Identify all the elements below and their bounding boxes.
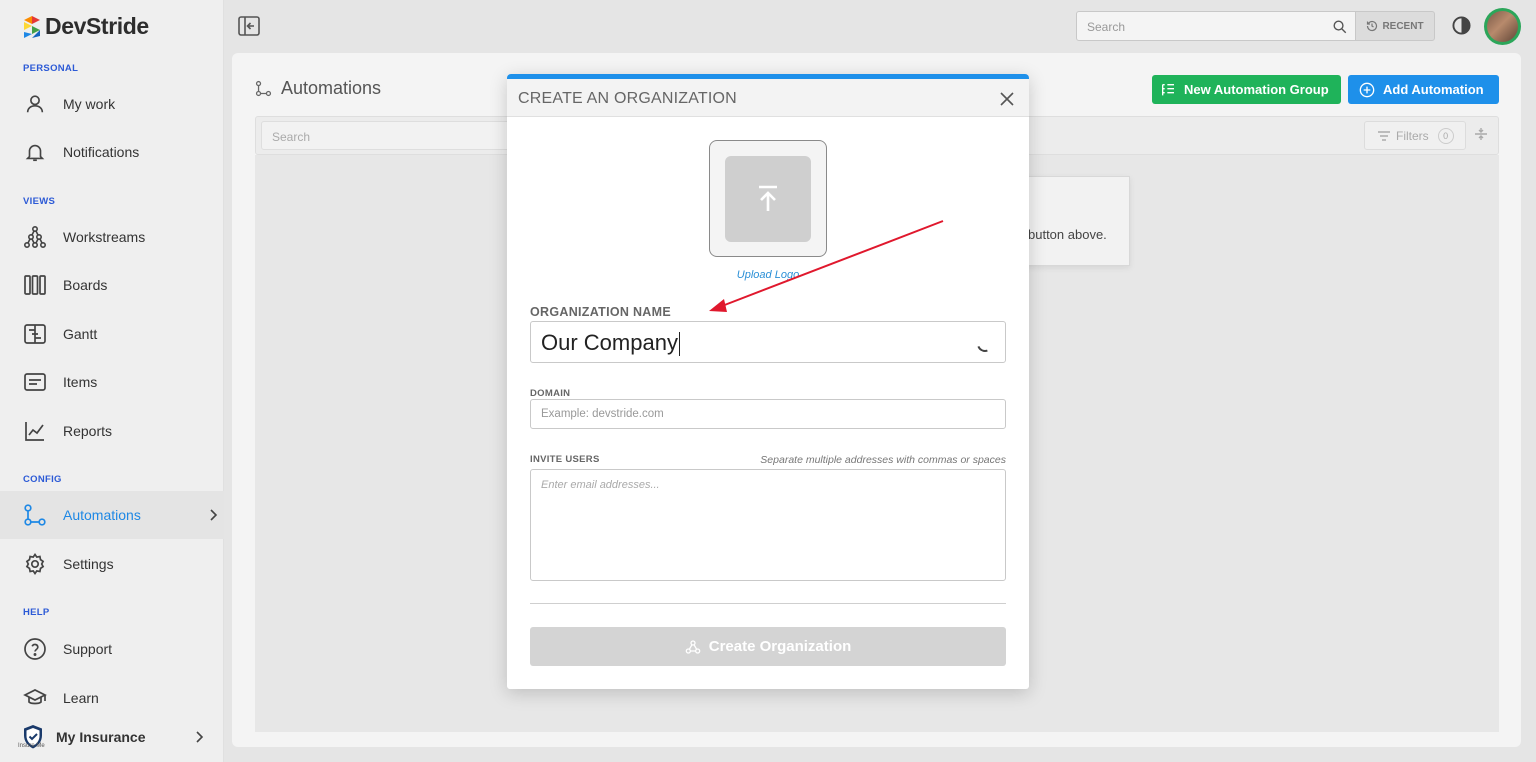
sidebar-item-label: Boards [63, 277, 108, 293]
new-automation-group-label: New Automation Group [1184, 82, 1329, 97]
logo-upload-dropzone[interactable] [709, 140, 827, 257]
organization-name-input[interactable]: Our Company [530, 321, 1006, 363]
recent-button[interactable]: RECENT [1355, 11, 1435, 41]
sidebar-item-label: Notifications [63, 144, 140, 160]
sidebar-item-support[interactable]: Support [0, 625, 224, 673]
automations-icon [255, 80, 272, 97]
sidebar-item-reports[interactable]: Reports [0, 407, 224, 455]
create-organization-button[interactable]: Create Organization [530, 627, 1006, 666]
filters-count-badge: 0 [1437, 127, 1454, 144]
page-header: Automations [255, 78, 381, 99]
sidebar-item-label: Gantt [63, 326, 98, 342]
app-name: DevStride [45, 13, 149, 39]
sidebar-item-settings[interactable]: Settings [0, 540, 224, 588]
reports-icon [23, 419, 47, 443]
sidebar-item-items[interactable]: Items [0, 358, 224, 406]
create-organization-label: Create Organization [708, 638, 852, 655]
sidebar: DevStride PERSONAL My work Notifications… [0, 0, 224, 762]
invite-users-hint: Separate multiple addresses with commas … [760, 454, 1006, 466]
sidebar-item-label: Automations [63, 507, 141, 523]
collapse-sidebar-icon[interactable] [238, 16, 260, 36]
domain-input[interactable]: Example: devstride.com [530, 399, 1006, 429]
sidebar-item-gantt[interactable]: Gantt [0, 310, 224, 358]
section-config: CONFIG [23, 474, 62, 485]
chevron-right-icon [196, 731, 204, 743]
filters-label: Filters [1396, 128, 1429, 143]
domain-placeholder: Example: devstride.com [541, 408, 664, 420]
loading-spinner-icon [974, 333, 996, 355]
add-automation-button[interactable]: Add Automation [1348, 75, 1499, 104]
avatar[interactable] [1484, 8, 1521, 45]
upload-logo-link[interactable]: Upload Logo [507, 269, 1029, 281]
sidebar-item-label: My work [63, 96, 116, 112]
list-search-placeholder: Search [272, 130, 311, 144]
sidebar-item-label: Settings [63, 556, 114, 572]
section-personal: PERSONAL [23, 63, 79, 74]
sidebar-item-label: Learn [63, 690, 99, 706]
sidebar-item-workstreams[interactable]: Workstreams [0, 213, 224, 261]
section-views: VIEWS [23, 196, 56, 207]
sidebar-item-automations[interactable]: Automations [0, 491, 224, 539]
devstride-logo-icon [24, 15, 40, 38]
modal-divider [530, 603, 1006, 604]
close-icon[interactable] [999, 91, 1015, 107]
page-title: Automations [281, 78, 382, 98]
avatar-photo [1487, 11, 1518, 42]
organization-name-value: Our Company [541, 330, 678, 355]
modal-title: CREATE AN ORGANIZATION [518, 90, 737, 107]
invite-users-textarea[interactable]: Enter email addresses... [530, 469, 1006, 581]
chevron-right-icon [210, 509, 218, 521]
help-icon [23, 637, 47, 661]
organization-logo-tag: Insure Me [18, 743, 45, 749]
list-search-input[interactable]: Search [261, 121, 511, 150]
organization-icon [685, 639, 701, 654]
organization-name: My Insurance [56, 729, 146, 745]
create-organization-modal: CREATE AN ORGANIZATION Upload Logo ORGAN… [507, 74, 1029, 689]
boards-icon [23, 273, 47, 297]
sidebar-item-my-work[interactable]: My work [0, 80, 224, 128]
items-icon [23, 370, 47, 394]
sidebar-item-notifications[interactable]: Notifications [0, 128, 224, 176]
graduation-cap-icon [23, 686, 47, 710]
invite-users-label: INVITE USERS [530, 454, 600, 465]
gear-icon [23, 552, 47, 576]
search-icon[interactable] [1332, 19, 1347, 34]
gantt-icon [23, 322, 47, 346]
upload-icon [759, 185, 777, 211]
add-automation-label: Add Automation [1383, 82, 1484, 97]
sidebar-item-boards[interactable]: Boards [0, 261, 224, 309]
organization-switcher[interactable]: My Insurance [0, 712, 224, 762]
filters-button[interactable]: Filters 0 [1364, 121, 1466, 150]
bell-icon [23, 140, 47, 164]
plus-circle-icon [1359, 82, 1375, 97]
sidebar-item-label: Items [63, 374, 98, 390]
app-logo[interactable]: DevStride [22, 13, 149, 40]
organization-name-label: ORGANIZATION NAME [530, 305, 671, 319]
history-icon [1367, 20, 1378, 32]
density-icon[interactable] [1474, 127, 1488, 141]
global-search-placeholder: Search [1087, 20, 1126, 34]
list-add-icon [1162, 83, 1174, 95]
text-caret [678, 332, 680, 357]
sidebar-item-label: Reports [63, 423, 113, 439]
filter-icon [1378, 130, 1390, 141]
new-automation-group-button[interactable]: New Automation Group [1152, 75, 1341, 104]
person-icon [23, 92, 47, 116]
workstreams-icon [23, 225, 47, 249]
invite-users-placeholder: Enter email addresses... [541, 479, 660, 491]
domain-label: DOMAIN [530, 388, 571, 399]
sidebar-item-label: Workstreams [63, 229, 146, 245]
automations-icon [23, 503, 47, 527]
global-search-input[interactable]: Search [1076, 11, 1356, 41]
modal-header: CREATE AN ORGANIZATION [507, 79, 1029, 117]
upload-logo-label: Upload Logo [736, 269, 800, 281]
theme-toggle-icon[interactable] [1452, 16, 1471, 35]
sidebar-item-label: Support [63, 641, 113, 657]
recent-label: RECENT [1382, 20, 1424, 32]
section-help: HELP [23, 607, 50, 618]
empty-state-text: button above. [1028, 227, 1107, 242]
upload-placeholder [725, 156, 811, 242]
